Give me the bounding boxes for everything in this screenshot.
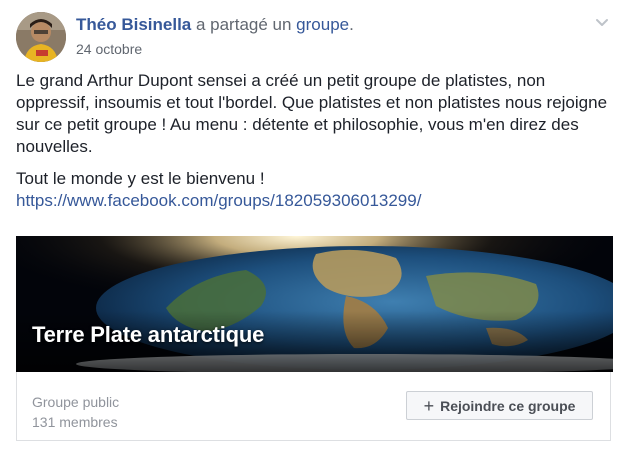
post-paragraph: Le grand Arthur Dupont sensei a créé un …	[16, 71, 608, 156]
author-name-link[interactable]: Théo Bisinella	[76, 15, 191, 34]
chevron-down-icon[interactable]	[592, 12, 612, 32]
group-cover-image[interactable]: Terre Plate antarctique	[16, 236, 613, 372]
post-header: Théo Bisinella a partagé un groupe.	[76, 15, 354, 35]
feed-post: Théo Bisinella a partagé un groupe. 24 o…	[0, 0, 631, 450]
group-url-link[interactable]: https://www.facebook.com/groups/18205930…	[16, 191, 421, 210]
join-group-label: Rejoindre ce groupe	[440, 397, 576, 414]
author-avatar[interactable]	[16, 12, 66, 62]
group-member-count: 131 membres	[32, 414, 118, 430]
post-paragraph: Tout le monde y est le bienvenu ! https:/…	[16, 168, 616, 212]
header-period: .	[349, 15, 354, 34]
post-timestamp[interactable]: 24 octobre	[76, 41, 142, 57]
plus-icon: +	[423, 395, 435, 416]
action-text: a partagé un	[191, 15, 297, 34]
post-paragraph-text: Tout le monde y est le bienvenu !	[16, 169, 265, 188]
shared-object-link[interactable]: groupe	[296, 15, 349, 34]
join-group-button[interactable]: + Rejoindre ce groupe	[406, 391, 593, 420]
post-body: Le grand Arthur Dupont sensei a créé un …	[16, 70, 616, 212]
group-name[interactable]: Terre Plate antarctique	[32, 322, 264, 348]
group-privacy: Groupe public	[32, 394, 120, 410]
group-attachment-card: Terre Plate antarctique Groupe public 13…	[16, 236, 613, 441]
group-meta: Groupe public 131 membres	[32, 392, 119, 432]
